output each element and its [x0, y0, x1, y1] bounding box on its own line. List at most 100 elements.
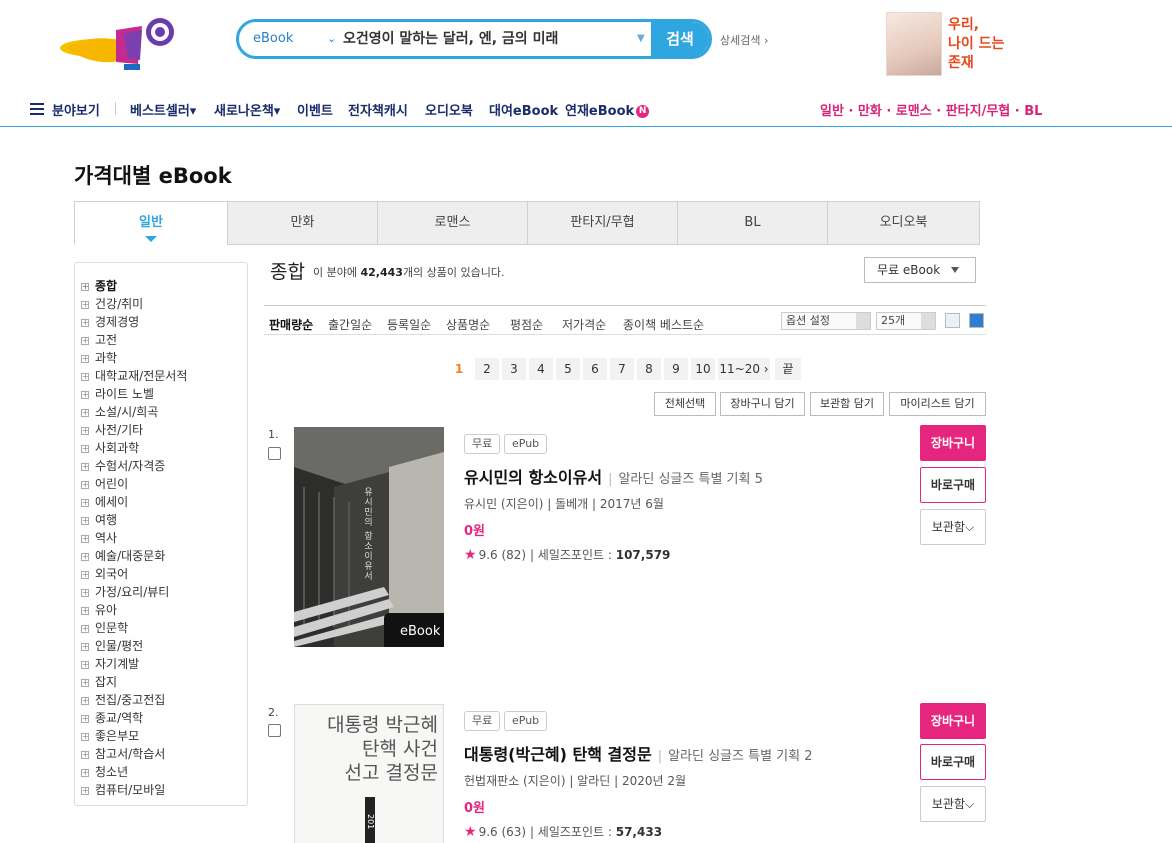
page-link[interactable]: 5 — [556, 358, 580, 380]
sidebar-category-item[interactable]: + 잡지 — [81, 673, 247, 691]
expand-icon[interactable]: + — [81, 282, 89, 291]
page-link[interactable]: 11~20 › — [718, 358, 770, 380]
expand-icon[interactable]: + — [81, 714, 89, 723]
sort-low-price[interactable]: 저가격순 — [562, 316, 606, 333]
expand-icon[interactable]: + — [81, 444, 89, 453]
sidebar-category-item[interactable]: + 좋은부모 — [81, 727, 247, 745]
page-link[interactable]: 1 — [447, 358, 471, 380]
sidebar-category-item[interactable]: + 고전 — [81, 331, 247, 349]
sort-sales[interactable]: 판매량순 — [269, 316, 313, 333]
page-link[interactable]: 4 — [529, 358, 553, 380]
expand-icon[interactable]: + — [81, 588, 89, 597]
list-view-icon[interactable] — [945, 313, 960, 328]
expand-icon[interactable]: + — [81, 498, 89, 507]
sidebar-category-item[interactable]: + 소설/시/희곡 — [81, 403, 247, 421]
sidebar-category-item[interactable]: + 유아 — [81, 601, 247, 619]
expand-icon[interactable]: + — [81, 660, 89, 669]
sidebar-category-item[interactable]: + 참고서/학습서 — [81, 745, 247, 763]
per-page-select[interactable]: 25개 — [876, 312, 936, 330]
page-link[interactable]: 7 — [610, 358, 634, 380]
tab-fantasy[interactable]: 판타지/무협 — [527, 201, 678, 245]
page-link[interactable]: 9 — [664, 358, 688, 380]
aladin-logo[interactable] — [58, 14, 188, 74]
sidebar-category-item[interactable]: + 예술/대중문화 — [81, 547, 247, 565]
sidebar-category-item[interactable]: + 여행 — [81, 511, 247, 529]
expand-icon[interactable]: + — [81, 516, 89, 525]
sort-paper-best[interactable]: 종이책 베스트순 — [623, 316, 704, 333]
expand-icon[interactable]: + — [81, 786, 89, 795]
expand-icon[interactable]: + — [81, 624, 89, 633]
tab-audiobook[interactable]: 오디오북 — [827, 201, 980, 245]
expand-icon[interactable]: + — [81, 408, 89, 417]
page-link[interactable]: 3 — [502, 358, 526, 380]
expand-icon[interactable]: + — [81, 480, 89, 489]
expand-icon[interactable]: + — [81, 534, 89, 543]
expand-icon[interactable]: + — [81, 552, 89, 561]
sort-name[interactable]: 상품명순 — [446, 316, 490, 333]
expand-icon[interactable]: + — [81, 300, 89, 309]
tab-romance[interactable]: 로맨스 — [377, 201, 528, 245]
sidebar-category-item[interactable]: + 외국어 — [81, 565, 247, 583]
expand-icon[interactable]: + — [81, 354, 89, 363]
add-cart-button[interactable]: 장바구니 담기 — [720, 392, 805, 416]
sidebar-category-item[interactable]: + 인물/평전 — [81, 637, 247, 655]
sort-reg-date[interactable]: 등록일순 — [387, 316, 431, 333]
sidebar-category-item[interactable]: + 자기계발 — [81, 655, 247, 673]
expand-icon[interactable]: + — [81, 372, 89, 381]
expand-icon[interactable]: + — [81, 696, 89, 705]
storage-button[interactable]: 보관함⌵ — [920, 509, 986, 545]
detail-search-link[interactable]: 상세검색 › — [720, 32, 768, 48]
cart-button[interactable]: 장바구니 — [920, 425, 986, 461]
buy-now-button[interactable]: 바로구매 — [920, 744, 986, 780]
expand-icon[interactable]: + — [81, 768, 89, 777]
sidebar-category-item[interactable]: + 청소년 — [81, 763, 247, 781]
genre-links[interactable]: 일반 · 만화 · 로맨스 · 판타지/무협 · BL — [820, 100, 1042, 119]
sort-rating[interactable]: 평점순 — [510, 316, 543, 333]
nav-new-books[interactable]: 새로나온책▾ — [214, 100, 280, 119]
search-button[interactable]: 검색 — [651, 22, 709, 56]
search-category-select[interactable]: eBook ⌄ — [253, 22, 336, 56]
tab-comics[interactable]: 만화 — [227, 201, 378, 245]
item-title-link[interactable]: 대통령(박근혜) 탄핵 결정문 | 알라딘 싱글즈 특별 기획 2 — [464, 741, 812, 765]
sidebar-category-item[interactable]: + 종교/역학 — [81, 709, 247, 727]
item-checkbox[interactable] — [268, 447, 281, 460]
sidebar-category-item[interactable]: + 과학 — [81, 349, 247, 367]
expand-icon[interactable]: + — [81, 390, 89, 399]
select-all-button[interactable]: 전체선택 — [654, 392, 716, 416]
sidebar-category-item[interactable]: + 인문학 — [81, 619, 247, 637]
storage-button[interactable]: 보관함⌵ — [920, 786, 986, 822]
nav-bestseller[interactable]: 베스트셀러▾ — [130, 100, 196, 119]
sidebar-category-item[interactable]: + 라이트 노벨 — [81, 385, 247, 403]
sidebar-category-item[interactable]: + 사회과학 — [81, 439, 247, 457]
nav-ebook-cash[interactable]: 전자책캐시 — [348, 100, 408, 119]
add-storage-button[interactable]: 보관함 담기 — [810, 392, 884, 416]
sidebar-category-item[interactable]: + 종합 — [81, 277, 247, 295]
buy-now-button[interactable]: 바로구매 — [920, 467, 986, 503]
book-cover[interactable]: 유시민의 항소이유서 eBook — [294, 427, 444, 647]
nav-audiobook[interactable]: 오디오북 — [425, 100, 473, 119]
expand-icon[interactable]: + — [81, 732, 89, 741]
sidebar-category-item[interactable]: + 건강/취미 — [81, 295, 247, 313]
sidebar-category-item[interactable]: + 사전/기타 — [81, 421, 247, 439]
expand-icon[interactable]: + — [81, 318, 89, 327]
sidebar-category-item[interactable]: + 가정/요리/뷰티 — [81, 583, 247, 601]
nav-rental-ebook[interactable]: 대여eBook — [489, 100, 558, 119]
sidebar-category-item[interactable]: + 어린이 — [81, 475, 247, 493]
nav-events[interactable]: 이벤트 — [297, 100, 333, 119]
tab-bl[interactable]: BL — [677, 201, 828, 245]
expand-icon[interactable]: + — [81, 642, 89, 651]
menu-icon[interactable] — [30, 103, 44, 115]
promo-banner[interactable]: 우리, 나이 드는 존재 — [886, 12, 1046, 78]
expand-icon[interactable]: + — [81, 336, 89, 345]
expand-icon[interactable]: + — [81, 678, 89, 687]
item-title-link[interactable]: 유시민의 항소이유서 | 알라딘 싱글즈 특별 기획 5 — [464, 464, 763, 488]
expand-icon[interactable]: + — [81, 462, 89, 471]
nav-serial-ebook[interactable]: 연재eBook N — [565, 100, 650, 119]
add-mylist-button[interactable]: 마이리스트 담기 — [889, 392, 986, 416]
cart-button[interactable]: 장바구니 — [920, 703, 986, 739]
sidebar-category-item[interactable]: + 대학교재/전문서적 — [81, 367, 247, 385]
page-link[interactable]: 끝 — [775, 358, 801, 380]
expand-icon[interactable]: + — [81, 426, 89, 435]
option-setting-select[interactable]: 옵션 설정 — [781, 312, 871, 330]
page-link[interactable]: 8 — [637, 358, 661, 380]
